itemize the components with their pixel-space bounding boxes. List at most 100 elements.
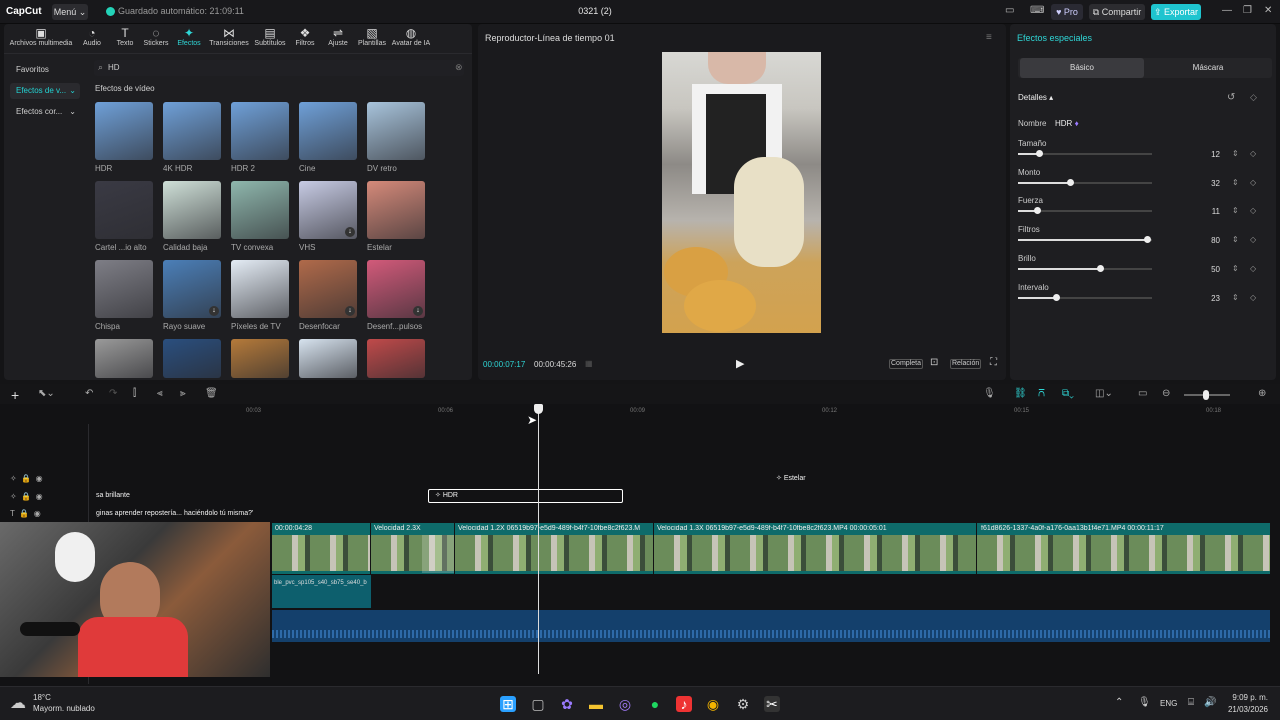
visibility-icon[interactable]: ◉: [34, 509, 41, 518]
visibility-icon[interactable]: ◉: [36, 492, 43, 501]
effect-thumbnail[interactable]: [299, 339, 357, 378]
settings-icon[interactable]: ⚙: [735, 696, 751, 712]
effect-thumbnail[interactable]: ↓: [299, 181, 357, 239]
export-button[interactable]: ⇪ Exportar: [1151, 4, 1201, 20]
menu-button[interactable]: Menú ⌄: [52, 4, 88, 20]
microphone-icon[interactable]: 🎙: [983, 388, 996, 399]
keyframe-icon[interactable]: ◇: [1250, 293, 1256, 302]
effect-clip-hdr[interactable]: ✧ HDR: [428, 489, 623, 503]
clock-time[interactable]: 9:09 p. m.: [1226, 693, 1268, 702]
effect-thumbnail[interactable]: [163, 102, 221, 160]
search-input[interactable]: HD: [94, 60, 464, 76]
effect-thumbnail[interactable]: ↓: [367, 260, 425, 318]
effect-thumbnail[interactable]: [231, 181, 289, 239]
stepper-icon[interactable]: ⇕: [1232, 264, 1239, 273]
slider-handle[interactable]: [1067, 178, 1074, 186]
fit-icon[interactable]: ▭: [1138, 388, 1147, 399]
keyframe-icon[interactable]: ◇: [1250, 235, 1256, 244]
tab-template[interactable]: ▧ Plantillas: [356, 26, 388, 52]
lock-icon[interactable]: 🔒: [19, 509, 29, 518]
delete-icon[interactable]: 🗑: [205, 388, 218, 399]
add-icon[interactable]: +: [11, 387, 19, 403]
keyframe-icon[interactable]: ◇: [1250, 206, 1256, 215]
clear-search-icon[interactable]: ⊗: [455, 62, 463, 73]
keyframe-icon[interactable]: ◇: [1250, 92, 1257, 103]
magnet-icon[interactable]: ⩃: [1038, 388, 1045, 399]
split-left-icon[interactable]: ⫷: [157, 388, 163, 399]
tray-chevron-icon[interactable]: ⌃: [1115, 697, 1123, 708]
snap-icon[interactable]: ⧉⌄: [1062, 388, 1074, 399]
stepper-icon[interactable]: ⇕: [1232, 178, 1239, 187]
stepper-icon[interactable]: ⇕: [1232, 206, 1239, 215]
select-tool-icon[interactable]: ⬉⌄: [38, 388, 55, 399]
link-icon[interactable]: ⛓: [1014, 388, 1027, 399]
slider-value-input[interactable]: 32: [1194, 179, 1220, 188]
stepper-icon[interactable]: ⇕: [1232, 235, 1239, 244]
preview-axis-icon[interactable]: ◫⌄: [1095, 388, 1113, 399]
copilot-icon[interactable]: ✿: [559, 696, 575, 712]
reset-icon[interactable]: ↺: [1227, 92, 1235, 103]
slider-value-input[interactable]: 50: [1194, 265, 1220, 274]
playhead[interactable]: [538, 410, 539, 674]
effect-thumbnail[interactable]: [163, 181, 221, 239]
slider-value-input[interactable]: 80: [1194, 236, 1220, 245]
keyframe-icon[interactable]: ◇: [1250, 178, 1256, 187]
tab-transition[interactable]: ⋈ Transiciones: [208, 26, 250, 52]
clock-date[interactable]: 21/03/2026: [1222, 705, 1268, 714]
share-button[interactable]: ⧉ Compartir: [1089, 4, 1145, 20]
zoom-out-icon[interactable]: ⊖: [1162, 388, 1170, 399]
file-explorer-icon[interactable]: ▬: [588, 696, 604, 712]
slider-value-input[interactable]: 23: [1194, 294, 1220, 303]
tab-filter[interactable]: ❖ Filtros: [293, 26, 317, 52]
tray-mic-icon[interactable]: 🎙: [1138, 697, 1151, 708]
tab-subtitle[interactable]: ▤ Subtítulos: [253, 26, 287, 52]
tab-avatar[interactable]: ◍ Avatar de IA: [390, 26, 432, 52]
tab-sticker[interactable]: ◌ Stickers: [142, 26, 170, 52]
category-body-effects[interactable]: Efectos cor... ⌄: [10, 104, 80, 120]
stepper-icon[interactable]: ⇕: [1232, 149, 1239, 158]
layout-icon[interactable]: ▭: [1005, 5, 1014, 16]
slider-value-input[interactable]: 12: [1194, 150, 1220, 159]
transition-marker[interactable]: [422, 535, 454, 573]
visibility-icon[interactable]: ◉: [36, 474, 43, 483]
video-preview[interactable]: [662, 52, 821, 333]
ratio-button[interactable]: Relación: [950, 359, 982, 369]
effect-thumbnail[interactable]: [367, 339, 425, 378]
tab-mask[interactable]: Máscara: [1146, 58, 1270, 78]
download-icon[interactable]: ↓: [209, 306, 219, 316]
zoom-slider-handle[interactable]: [1203, 390, 1209, 400]
timecode-format-icon[interactable]: ▦: [585, 359, 593, 368]
download-icon[interactable]: ↓: [413, 306, 423, 316]
effect-thumbnail[interactable]: [299, 102, 357, 160]
tab-adjust[interactable]: ⇌ Ajuste: [326, 26, 350, 52]
effect-thumbnail[interactable]: [231, 260, 289, 318]
capcut-taskbar-icon[interactable]: ✂: [764, 696, 780, 712]
effect-thumbnail[interactable]: [95, 339, 153, 378]
tab-basic[interactable]: Básico: [1020, 58, 1144, 78]
full-quality-button[interactable]: Completa: [889, 359, 923, 369]
player-menu-icon[interactable]: ≡: [986, 32, 992, 43]
split-icon[interactable]: ⫿: [133, 388, 136, 399]
audio-clip-music[interactable]: [272, 610, 1270, 642]
lock-icon[interactable]: 🔒: [21, 474, 31, 483]
effect-clip-brillante[interactable]: sa brillante: [90, 490, 369, 502]
network-icon[interactable]: ⌸: [1188, 697, 1194, 708]
tab-effects[interactable]: ✦ Efectos: [176, 26, 202, 52]
chrome-icon[interactable]: ◉: [705, 696, 721, 712]
split-right-icon[interactable]: ⫸: [180, 388, 186, 399]
effect-thumbnail[interactable]: [367, 102, 425, 160]
details-header[interactable]: Detalles ▴: [1018, 93, 1053, 102]
tab-media[interactable]: ▣ Archivos multimedia: [8, 26, 74, 52]
category-video-effects[interactable]: Efectos de v... ⌄: [10, 83, 80, 99]
effect-thumbnail[interactable]: [95, 181, 153, 239]
shortcut-icon[interactable]: ⌨: [1030, 5, 1044, 16]
pro-button[interactable]: ♥ Pro: [1051, 4, 1083, 20]
slider-value-input[interactable]: 11: [1194, 207, 1220, 216]
start-icon[interactable]: ⊞: [500, 696, 516, 712]
effect-thumbnail[interactable]: [163, 339, 221, 378]
effect-thumbnail[interactable]: [231, 102, 289, 160]
task-view-icon[interactable]: ▢: [530, 696, 546, 712]
volume-icon[interactable]: 🔊: [1204, 697, 1216, 708]
close-icon[interactable]: ✕: [1264, 5, 1272, 16]
slider-handle[interactable]: [1036, 150, 1043, 157]
